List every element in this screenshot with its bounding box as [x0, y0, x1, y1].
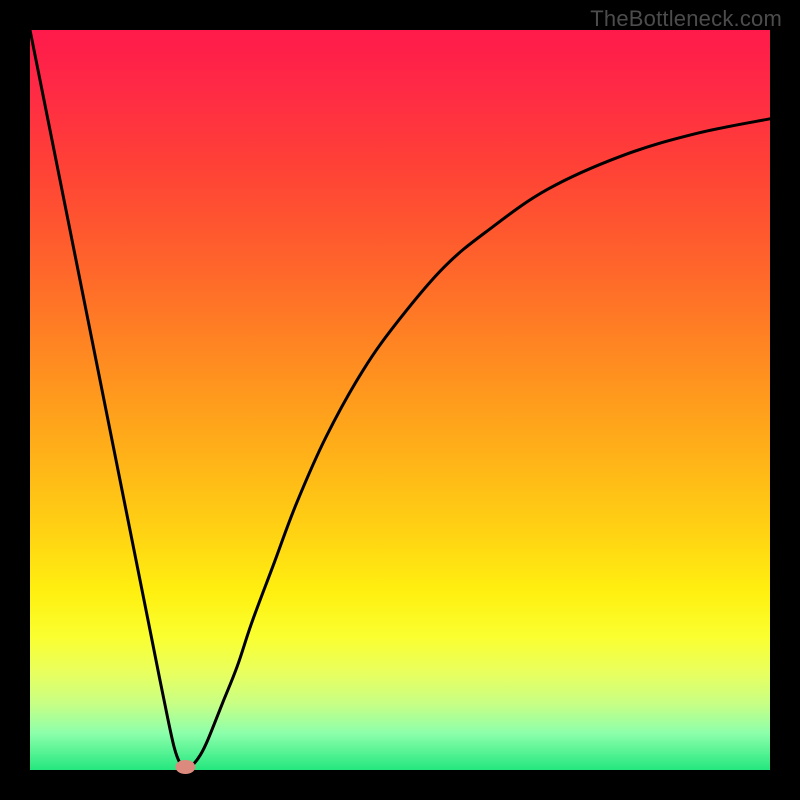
watermark-label: TheBottleneck.com: [590, 6, 782, 32]
bottleneck-marker: [175, 760, 195, 774]
chart-svg: [30, 30, 770, 770]
chart-frame: TheBottleneck.com: [0, 0, 800, 800]
chart-plot-area: [30, 30, 770, 770]
curve-path: [30, 30, 770, 770]
